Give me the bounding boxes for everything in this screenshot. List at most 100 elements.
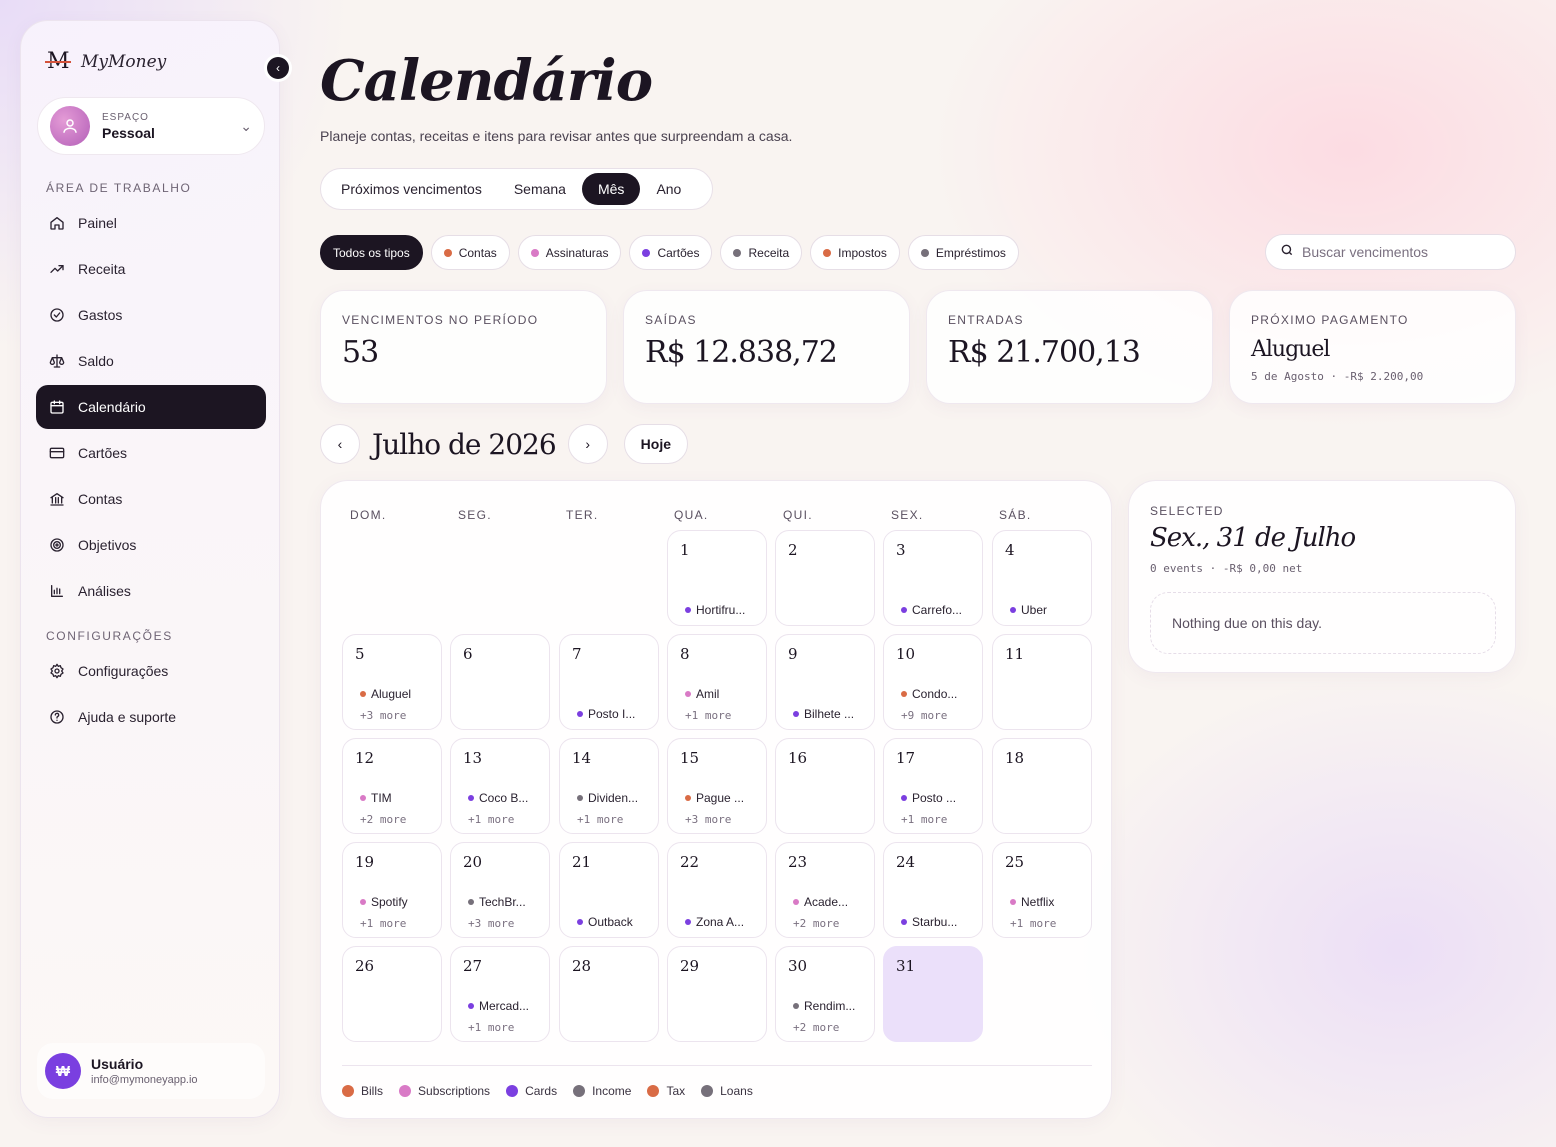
day-event[interactable]: TIM — [360, 791, 440, 805]
day-event[interactable]: Outback — [577, 915, 657, 929]
day-event[interactable]: Pague ... — [685, 791, 765, 805]
filter-chip[interactable]: Todos os tipos — [320, 235, 423, 270]
today-button[interactable]: Hoje — [623, 424, 688, 464]
calendar-day[interactable]: 24 Starbu... — [883, 842, 983, 938]
more-events-link[interactable]: +1 more — [901, 813, 947, 826]
calendar-day[interactable]: 25 Netflix +1 more — [992, 842, 1092, 938]
user-profile[interactable]: ₩ Usuário info@mymoneyapp.io — [37, 1043, 265, 1099]
more-events-link[interactable]: +1 more — [468, 1021, 514, 1034]
calendar-day[interactable]: 17 Posto ... +1 more — [883, 738, 983, 834]
stat-next-payment[interactable]: PRÓXIMO PAGAMENTO Aluguel 5 de Agosto · … — [1229, 290, 1516, 404]
day-event[interactable]: Acade... — [793, 895, 873, 909]
sidebar-item-objetivos[interactable]: Objetivos — [36, 523, 266, 567]
day-event[interactable]: Condo... — [901, 687, 981, 701]
sidebar-item-receita[interactable]: Receita — [36, 247, 266, 291]
more-events-link[interactable]: +9 more — [901, 709, 947, 722]
day-event[interactable]: Netflix — [1010, 895, 1090, 909]
day-event[interactable]: Zona A... — [685, 915, 765, 929]
more-events-link[interactable]: +3 more — [468, 917, 514, 930]
more-events-link[interactable]: +3 more — [360, 709, 406, 722]
calendar-day[interactable]: 26 — [342, 946, 442, 1042]
calendar-day[interactable]: 12 TIM +2 more — [342, 738, 442, 834]
filter-chip[interactable]: Impostos — [810, 235, 900, 270]
day-event[interactable]: Dividen... — [577, 791, 657, 805]
sidebar-item-saldo[interactable]: Saldo — [36, 339, 266, 383]
calendar-day[interactable]: 1 Hortifru... — [667, 530, 767, 626]
tab-view[interactable]: Mês — [581, 173, 641, 205]
calendar-day[interactable]: 16 — [775, 738, 875, 834]
sidebar-item-gastos[interactable]: Gastos — [36, 293, 266, 337]
calendar-day[interactable]: 7 Posto I... — [559, 634, 659, 730]
space-switcher[interactable]: ESPAÇO Pessoal ⌄ — [37, 97, 265, 155]
day-event[interactable]: Posto ... — [901, 791, 981, 805]
day-event[interactable]: Mercad... — [468, 999, 548, 1013]
sidebar-item-painel[interactable]: Painel — [36, 201, 266, 245]
calendar-day[interactable]: 4 Uber — [992, 530, 1092, 626]
calendar-day[interactable]: 8 Amil +1 more — [667, 634, 767, 730]
calendar-day[interactable]: 11 — [992, 634, 1092, 730]
day-event[interactable]: Posto I... — [577, 707, 657, 721]
filter-chip[interactable]: Receita — [720, 235, 803, 270]
sidebar-item-contas[interactable]: Contas — [36, 477, 266, 521]
brand[interactable]: M MyMoney — [45, 49, 166, 74]
sidebar-item-cartoes[interactable]: Cartões — [36, 431, 266, 475]
space-name: Pessoal — [102, 124, 155, 141]
calendar-day[interactable]: 9 Bilhete ... — [775, 634, 875, 730]
next-month-button[interactable]: › — [567, 424, 608, 464]
tab-view[interactable]: Próximos vencimentos — [325, 173, 498, 205]
day-event[interactable]: Starbu... — [901, 915, 981, 929]
more-events-link[interactable]: +3 more — [685, 813, 731, 826]
sidebar-item-configuracoes[interactable]: Configurações — [36, 649, 266, 693]
filter-chip[interactable]: Contas — [430, 235, 510, 270]
more-events-link[interactable]: +1 more — [468, 813, 514, 826]
calendar-day[interactable]: 20 TechBr... +3 more — [450, 842, 550, 938]
more-events-link[interactable]: +1 more — [360, 917, 406, 930]
calendar-day[interactable]: 19 Spotify +1 more — [342, 842, 442, 938]
day-event[interactable]: Rendim... — [793, 999, 873, 1013]
calendar-day[interactable]: 22 Zona A... — [667, 842, 767, 938]
day-event[interactable]: Uber — [1010, 603, 1090, 617]
tab-view[interactable]: Ano — [640, 173, 697, 205]
day-event[interactable]: Spotify — [360, 895, 440, 909]
calendar-day[interactable]: 10 Condo... +9 more — [883, 634, 983, 730]
more-events-link[interactable]: +1 more — [1010, 917, 1056, 930]
calendar-day[interactable]: 18 — [992, 738, 1092, 834]
calendar-day[interactable]: 28 — [559, 946, 659, 1042]
filter-chip[interactable]: Cartões — [629, 235, 713, 270]
day-event[interactable]: Aluguel — [360, 687, 440, 701]
prev-month-button[interactable]: ‹ — [320, 424, 360, 464]
search-input[interactable] — [1302, 244, 1502, 260]
calendar-day[interactable]: 29 — [667, 946, 767, 1042]
calendar-day[interactable]: 2 — [775, 530, 875, 626]
filter-chip[interactable]: Assinaturas — [517, 235, 622, 270]
collapse-sidebar-button[interactable]: ‹ — [267, 57, 289, 79]
day-event[interactable]: Coco B... — [468, 791, 548, 805]
calendar-day[interactable]: 5 Aluguel +3 more — [342, 634, 442, 730]
day-event[interactable]: Bilhete ... — [793, 707, 873, 721]
calendar-day[interactable]: 3 Carrefo... — [883, 530, 983, 626]
sidebar-item-calendario[interactable]: Calendário — [36, 385, 266, 429]
calendar-day[interactable]: 13 Coco B... +1 more — [450, 738, 550, 834]
tab-view[interactable]: Semana — [498, 173, 582, 205]
more-events-link[interactable]: +2 more — [360, 813, 406, 826]
calendar-day[interactable]: 14 Dividen... +1 more — [559, 738, 659, 834]
more-events-link[interactable]: +1 more — [577, 813, 623, 826]
calendar-day[interactable]: 23 Acade... +2 more — [775, 842, 875, 938]
calendar-day[interactable]: 21 Outback — [559, 842, 659, 938]
sidebar-item-analises[interactable]: Análises — [36, 569, 266, 613]
calendar-day[interactable]: 27 Mercad... +1 more — [450, 946, 550, 1042]
day-event[interactable]: Amil — [685, 687, 765, 701]
sidebar-item-ajuda-e-suporte[interactable]: Ajuda e suporte — [36, 695, 266, 739]
calendar-day[interactable]: 15 Pague ... +3 more — [667, 738, 767, 834]
day-event[interactable]: Hortifru... — [685, 603, 765, 617]
more-events-link[interactable]: +2 more — [793, 917, 839, 930]
calendar-day[interactable]: 30 Rendim... +2 more — [775, 946, 875, 1042]
calendar-day[interactable]: 6 — [450, 634, 550, 730]
more-events-link[interactable]: +1 more — [685, 709, 731, 722]
filter-chip[interactable]: Empréstimos — [907, 235, 1019, 270]
search-box[interactable] — [1265, 234, 1516, 270]
day-event[interactable]: Carrefo... — [901, 603, 981, 617]
calendar-day[interactable]: 31 — [883, 946, 983, 1042]
more-events-link[interactable]: +2 more — [793, 1021, 839, 1034]
day-event[interactable]: TechBr... — [468, 895, 548, 909]
